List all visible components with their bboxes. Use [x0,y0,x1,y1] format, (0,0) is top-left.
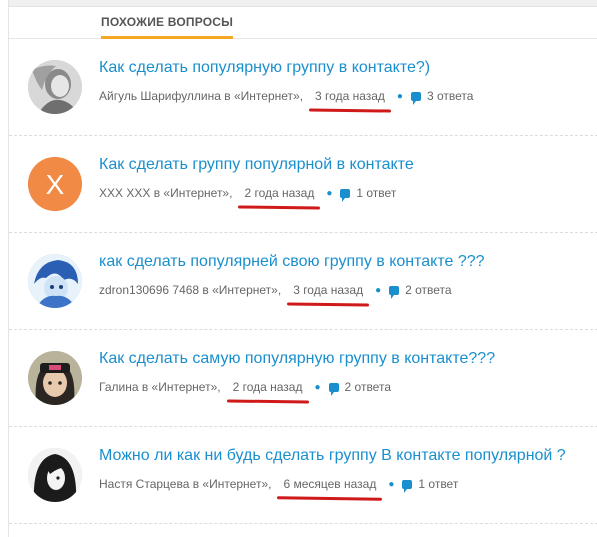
answers-count-link[interactable]: 1 ответ [356,186,396,200]
answers-count-link[interactable]: 3 ответа [427,89,473,103]
separator-dot: ● [326,187,333,199]
question-title-link[interactable]: Как сделать популярную группу в контакте… [99,59,430,77]
question-list: Как сделать популярную группу в контакте… [9,39,597,524]
time-ago: 2 года назад [244,186,315,200]
comment-bubble-icon [402,479,413,493]
avatar[interactable] [28,254,82,308]
section-header: ПОХОЖИЕ ВОПРОСЫ [9,7,597,39]
answers-count-link[interactable]: 2 ответа [345,380,391,394]
avatar[interactable] [28,448,82,502]
time-ago: 6 месяцев назад [283,477,377,491]
similar-questions-panel: ПОХОЖИЕ ВОПРОСЫ Как сделать популярную г… [8,0,597,537]
question-title-link[interactable]: как сделать популярней свою группу в кон… [99,253,485,271]
time-ago: 3 года назад [315,89,385,103]
avatar-dark-hair-icon [28,448,82,502]
avatar-letter-x-icon: X [28,157,82,211]
question-meta: Айгуль Шарифуллина в «Интернет», 3 года … [99,89,473,105]
author-link[interactable]: zdron130696 7468 в «Интернет», [99,283,281,297]
question-meta: Настя Старцева в «Интернет», 6 месяцев н… [99,477,458,493]
comment-bubble-icon [328,382,339,396]
question-title-link[interactable]: Как сделать группу популярной в контакте [99,156,414,174]
comment-bubble-icon [340,188,351,202]
list-item: как сделать популярней свою группу в кон… [9,233,597,330]
top-divider [9,0,597,7]
list-item: Как сделать популярную группу в контакте… [9,39,597,136]
comment-bubble-icon [410,91,421,105]
avatar[interactable] [28,351,82,405]
question-meta: zdron130696 7468 в «Интернет», 3 года на… [99,283,452,299]
avatar-blue-anime-icon [28,254,82,308]
list-item: X Как сделать группу популярной в контак… [9,136,597,233]
author-link[interactable]: XXX XXX в «Интернет», [99,186,232,200]
list-item: Можно ли как ни будь сделать группу В ко… [9,427,597,524]
time-ago: 3 года назад [293,283,364,297]
avatar[interactable] [28,60,82,114]
comment-bubble-icon [389,285,400,299]
answers-count-link[interactable]: 1 ответ [418,477,458,491]
list-item: Как сделать самую популярную группу в ко… [9,330,597,427]
avatar-girl-cap-icon [28,351,82,405]
separator-dot: ● [388,478,395,490]
question-meta: Галина в «Интернет», 2 года назад ● 2 от… [99,380,391,396]
question-title-link[interactable]: Можно ли как ни будь сделать группу В ко… [99,447,566,465]
answers-count-link[interactable]: 2 ответа [405,283,451,297]
question-title-link[interactable]: Как сделать самую популярную группу в ко… [99,350,495,368]
separator-dot: ● [375,284,382,296]
question-meta: XXX XXX в «Интернет», 2 года назад ● 1 о… [99,186,396,202]
separator-dot: ● [396,90,403,102]
avatar-gray-photo-icon [28,60,82,114]
section-title: ПОХОЖИЕ ВОПРОСЫ [101,15,234,39]
time-ago: 2 года назад [232,380,303,394]
avatar[interactable]: X [28,157,82,211]
author-link[interactable]: Галина в «Интернет», [99,380,221,394]
author-link[interactable]: Настя Старцева в «Интернет», [99,477,271,491]
author-link[interactable]: Айгуль Шарифуллина в «Интернет», [99,89,303,103]
separator-dot: ● [314,381,321,393]
avatar-letter: X [46,169,65,200]
